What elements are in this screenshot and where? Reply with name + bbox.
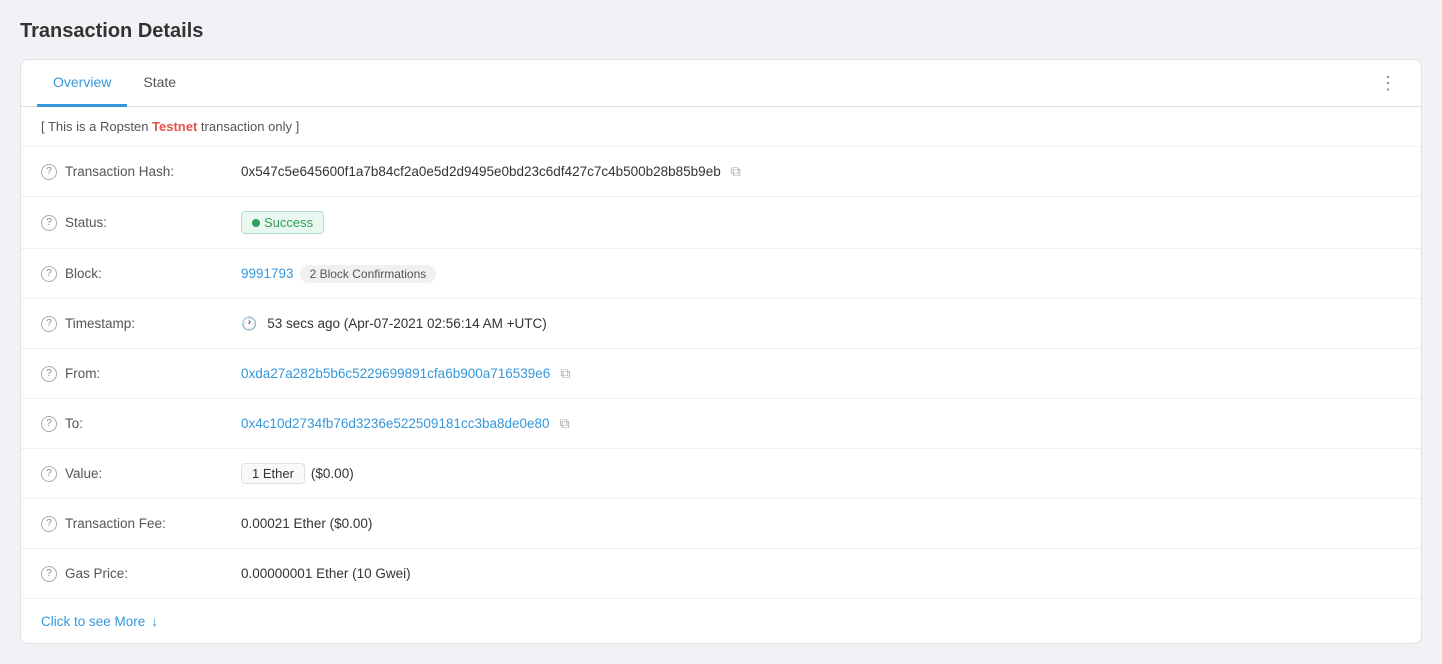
block-value: 9991793 2 Block Confirmations [241, 265, 1401, 283]
tabs-bar: Overview State ⋮ [21, 60, 1421, 107]
clock-icon: 🕐 [241, 316, 257, 332]
status-help-icon[interactable]: ? [41, 215, 57, 231]
status-dot-icon [252, 219, 260, 227]
click-more-link[interactable]: Click to see More [41, 614, 145, 629]
timestamp-value: 🕐 53 secs ago (Apr-07-2021 02:56:14 AM +… [241, 316, 1401, 332]
testnet-banner: [ This is a Ropsten Testnet transaction … [21, 107, 1421, 147]
confirmations-badge: 2 Block Confirmations [300, 265, 437, 283]
timestamp-row: ? Timestamp: 🕐 53 secs ago (Apr-07-2021 … [21, 299, 1421, 349]
gas-price-help-icon[interactable]: ? [41, 566, 57, 582]
to-address-link[interactable]: 0x4c10d2734fb76d3236e522509181cc3ba8de0e… [241, 416, 550, 431]
transaction-fee-value: 0.00021 Ether ($0.00) [241, 516, 1401, 531]
status-badge: Success [241, 211, 324, 234]
from-copy-icon[interactable]: ⧉ [560, 365, 570, 382]
transaction-hash-copy-icon[interactable]: ⧉ [731, 163, 741, 180]
status-label: ? Status: [41, 215, 241, 231]
testnet-prefix: [ This is a Ropsten [41, 119, 152, 134]
from-value: 0xda27a282b5b6c5229699891cfa6b900a716539… [241, 365, 1401, 382]
transaction-hash-row: ? Transaction Hash: 0x547c5e645600f1a7b8… [21, 147, 1421, 197]
from-help-icon[interactable]: ? [41, 366, 57, 382]
transaction-fee-label: ? Transaction Fee: [41, 516, 241, 532]
status-row: ? Status: Success [21, 197, 1421, 249]
from-label: ? From: [41, 366, 241, 382]
from-row: ? From: 0xda27a282b5b6c5229699891cfa6b90… [21, 349, 1421, 399]
more-options-button[interactable]: ⋮ [1371, 66, 1405, 100]
transaction-fee-row: ? Transaction Fee: 0.00021 Ether ($0.00) [21, 499, 1421, 549]
timestamp-help-icon[interactable]: ? [41, 316, 57, 332]
value-usd: ($0.00) [311, 466, 354, 481]
block-label: ? Block: [41, 266, 241, 282]
timestamp-label: ? Timestamp: [41, 316, 241, 332]
ether-value-badge: 1 Ether [241, 463, 305, 484]
gas-price-row: ? Gas Price: 0.00000001 Ether (10 Gwei) [21, 549, 1421, 599]
tab-overview[interactable]: Overview [37, 60, 127, 107]
transaction-fee-help-icon[interactable]: ? [41, 516, 57, 532]
testnet-highlight: Testnet [152, 119, 197, 134]
value-row: ? Value: 1 Ether ($0.00) [21, 449, 1421, 499]
to-label: ? To: [41, 416, 241, 432]
to-value: 0x4c10d2734fb76d3236e522509181cc3ba8de0e… [241, 415, 1401, 432]
block-number-link[interactable]: 9991793 [241, 266, 294, 281]
transaction-hash-label: ? Transaction Hash: [41, 164, 241, 180]
arrow-down-icon: ↓ [151, 613, 158, 629]
card-body: [ This is a Ropsten Testnet transaction … [21, 107, 1421, 643]
value-label: ? Value: [41, 466, 241, 482]
to-row: ? To: 0x4c10d2734fb76d3236e522509181cc3b… [21, 399, 1421, 449]
block-help-icon[interactable]: ? [41, 266, 57, 282]
transaction-hash-value: 0x547c5e645600f1a7b84cf2a0e5d2d9495e0bd2… [241, 163, 1401, 180]
transaction-details-card: Overview State ⋮ [ This is a Ropsten Tes… [20, 59, 1422, 644]
to-copy-icon[interactable]: ⧉ [560, 415, 570, 432]
block-row: ? Block: 9991793 2 Block Confirmations [21, 249, 1421, 299]
tab-state[interactable]: State [127, 60, 192, 107]
gas-price-label: ? Gas Price: [41, 566, 241, 582]
from-address-link[interactable]: 0xda27a282b5b6c5229699891cfa6b900a716539… [241, 366, 550, 381]
to-help-icon[interactable]: ? [41, 416, 57, 432]
testnet-suffix: transaction only ] [197, 119, 299, 134]
gas-price-value: 0.00000001 Ether (10 Gwei) [241, 566, 1401, 581]
value-value: 1 Ether ($0.00) [241, 463, 1401, 484]
click-more-button[interactable]: Click to see More ↓ [21, 599, 1421, 643]
page-title: Transaction Details [20, 20, 1422, 43]
value-help-icon[interactable]: ? [41, 466, 57, 482]
status-value: Success [241, 211, 1401, 234]
transaction-hash-help-icon[interactable]: ? [41, 164, 57, 180]
